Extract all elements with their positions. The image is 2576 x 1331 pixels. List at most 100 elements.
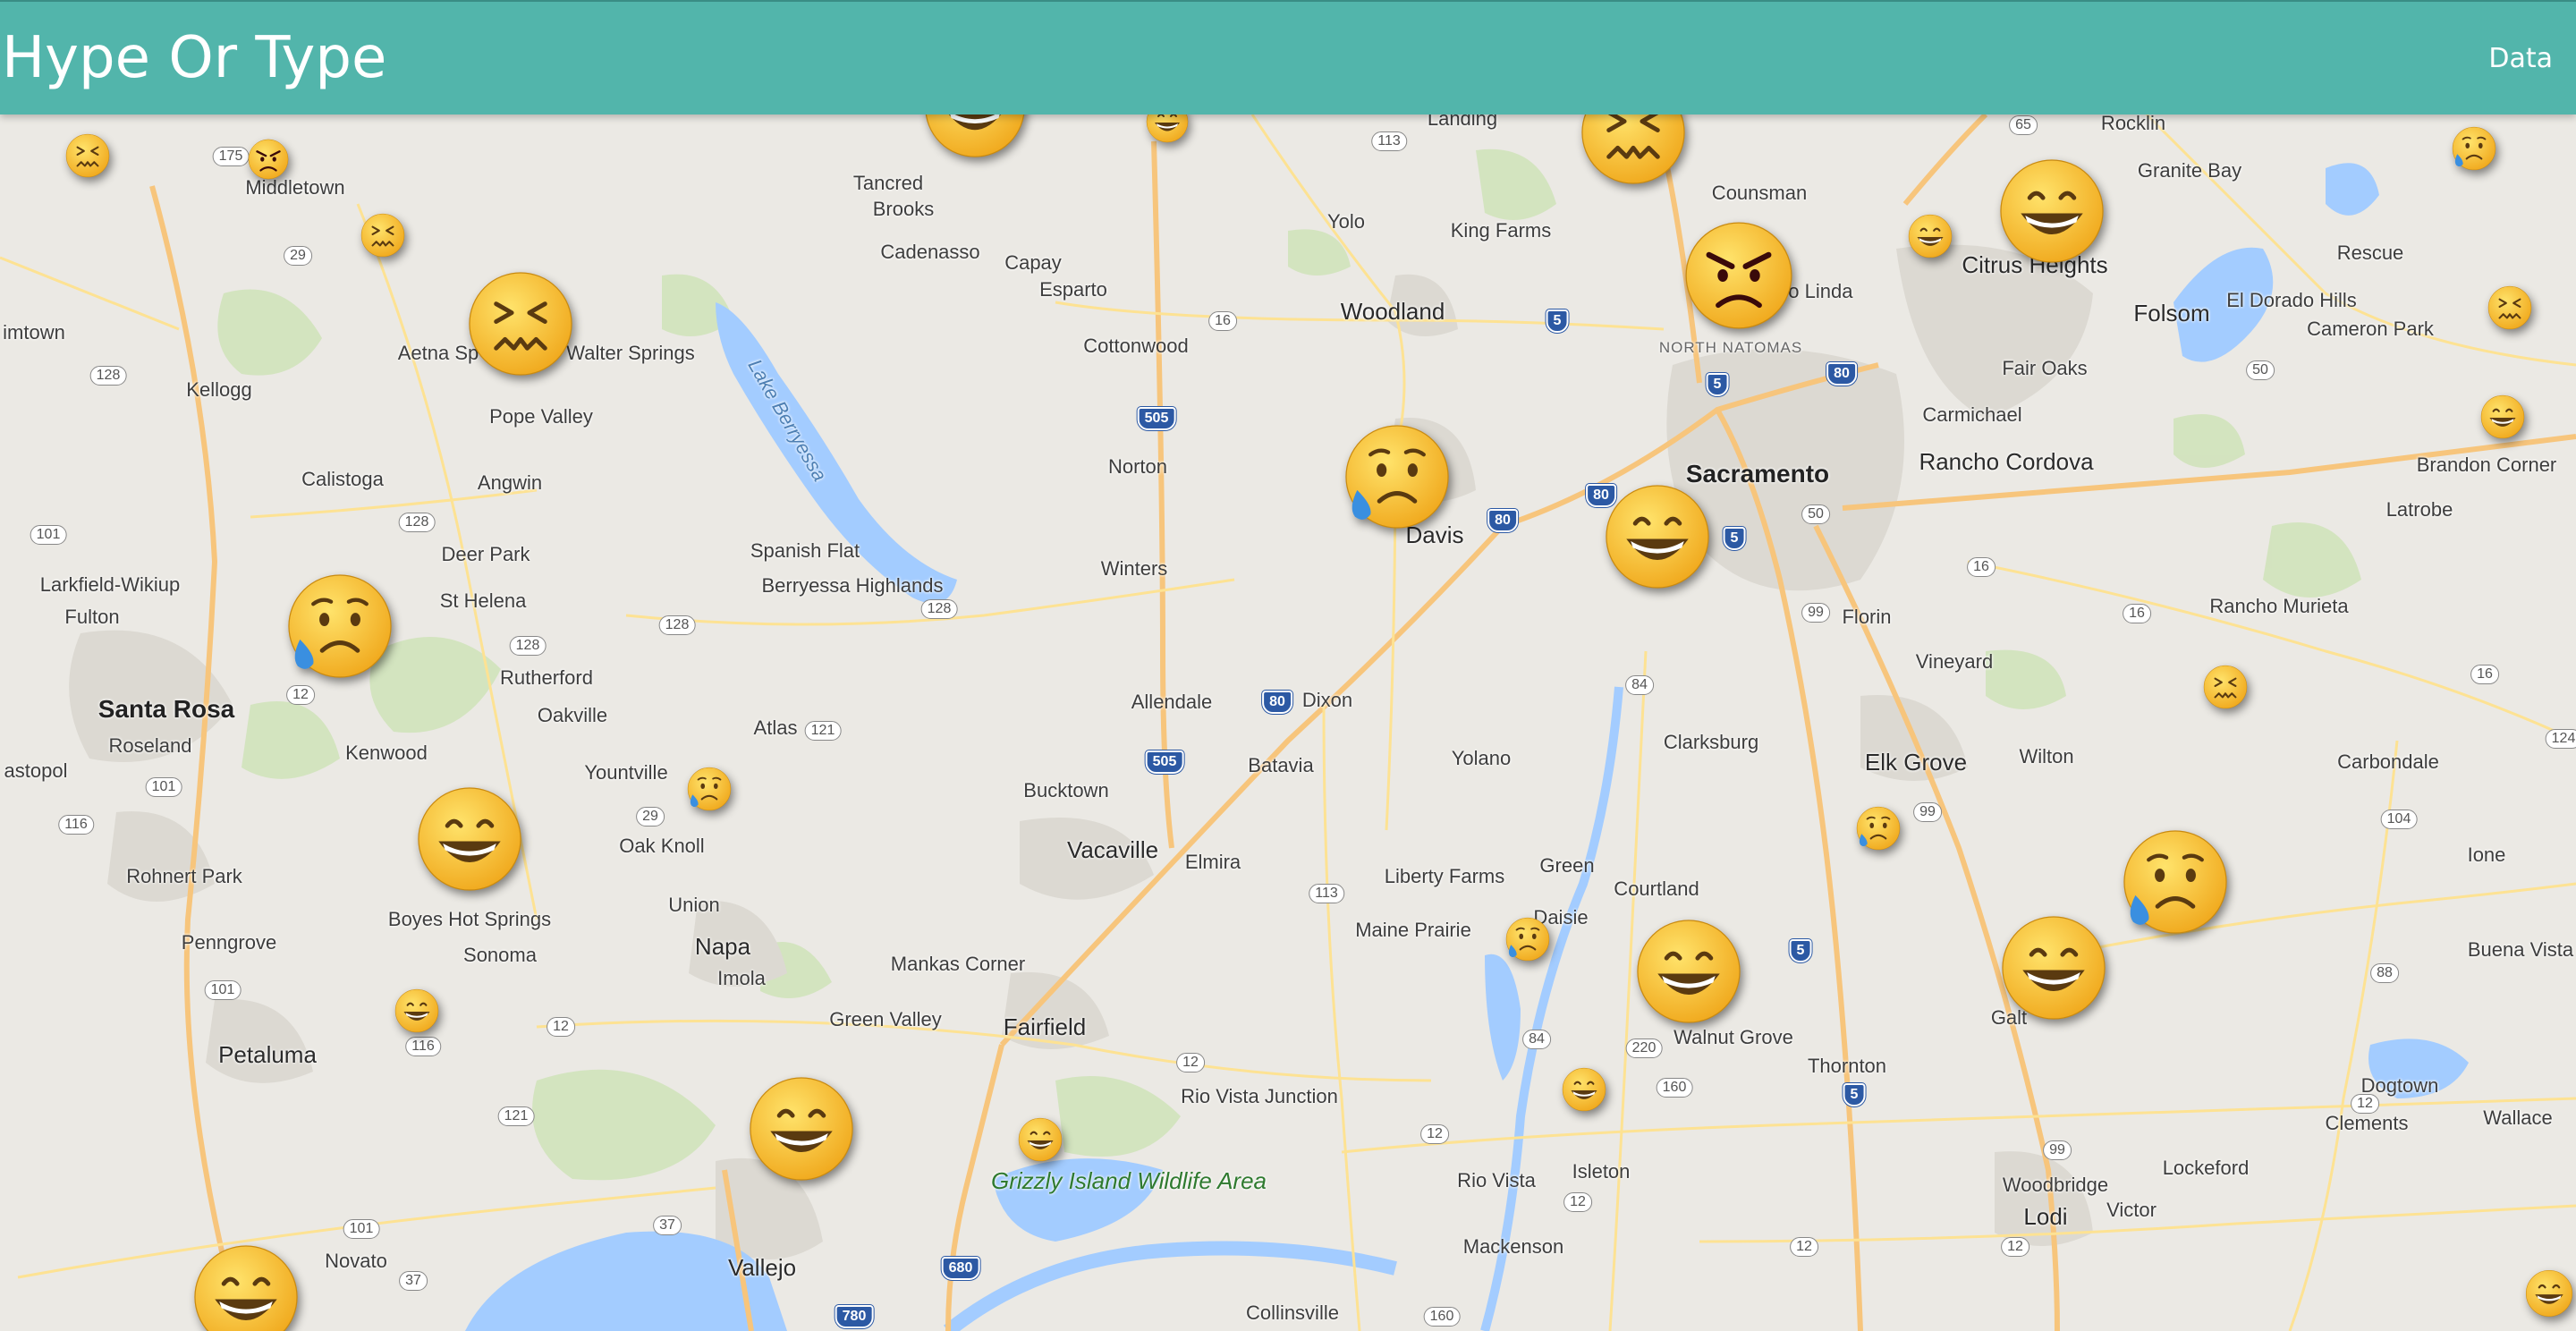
sad-sweat-face-icon[interactable] xyxy=(1504,916,1551,962)
place-label: Deer Park xyxy=(441,543,530,565)
route-shield: 99 xyxy=(2043,1140,2072,1160)
sad-sweat-face-icon[interactable] xyxy=(1342,421,1453,532)
angry-face-icon[interactable] xyxy=(247,138,290,181)
place-label: Yolo xyxy=(1326,210,1366,233)
place-label: Imola xyxy=(717,967,766,989)
grinning-face-icon[interactable] xyxy=(1998,912,2109,1023)
place-label: Clements xyxy=(2325,1112,2409,1134)
place-label: Cadenasso xyxy=(880,241,980,263)
place-label: Rio Vista xyxy=(1457,1169,1536,1191)
grinning-face-icon[interactable] xyxy=(1017,1116,1063,1163)
place-label: Rutherford xyxy=(500,666,593,689)
angry-face-icon[interactable] xyxy=(1682,218,1796,333)
confounded-face-icon[interactable] xyxy=(1578,114,1689,188)
place-label: Walter Springs xyxy=(566,342,695,364)
route-shield: 101 xyxy=(343,1219,380,1239)
route-shield: 12 xyxy=(2351,1094,2379,1114)
sad-sweat-face-icon[interactable] xyxy=(284,571,395,682)
place-label: Brandon Corner xyxy=(2416,454,2557,476)
place-label: Berryessa Highlands xyxy=(761,574,944,597)
place-label: Esparto xyxy=(1039,278,1107,301)
place-label: Folsom xyxy=(2133,300,2210,326)
place-label: Boyes Hot Springs xyxy=(387,908,552,930)
confounded-face-icon[interactable] xyxy=(2487,284,2533,331)
place-label: Mackenson xyxy=(1462,1235,1564,1258)
place-label: Cottonwood xyxy=(1083,335,1189,357)
interstate-shield: 5 xyxy=(1723,527,1746,550)
place-label: King Farms xyxy=(1450,219,1552,242)
place-label: Carmichael xyxy=(1922,403,2022,426)
app-title[interactable]: Hype Or Type xyxy=(2,25,386,91)
place-label: Green Valley xyxy=(829,1008,942,1030)
grinning-face-icon[interactable] xyxy=(2479,394,2526,440)
place-label: Pope Valley xyxy=(489,405,593,428)
place-label: Oak Knoll xyxy=(619,835,705,857)
place-label: Yountville xyxy=(584,761,668,784)
place-label: Novato xyxy=(325,1250,387,1272)
sad-sweat-face-icon[interactable] xyxy=(686,766,733,812)
route-shield: 16 xyxy=(2470,665,2499,684)
confounded-face-icon[interactable] xyxy=(465,268,576,379)
route-shield: 37 xyxy=(399,1271,428,1291)
map-view[interactable]: Middletown Tancred Landing Rocklin Brooks Yol… xyxy=(0,114,2576,1331)
route-shield: 128 xyxy=(509,636,547,656)
route-shield: 16 xyxy=(2123,604,2151,623)
place-label: Winters xyxy=(1100,557,1168,580)
grinning-face-icon[interactable] xyxy=(1633,916,1744,1027)
grinning-face-icon[interactable] xyxy=(1907,213,1953,259)
sad-sweat-face-icon[interactable] xyxy=(2120,827,2231,937)
interstate-shield: 680 xyxy=(941,1257,980,1280)
interstate-shield: 5 xyxy=(1843,1083,1866,1106)
place-label: Vacaville xyxy=(1066,836,1159,863)
place-label: Landing xyxy=(1427,114,1498,130)
place-label: Allendale xyxy=(1131,691,1213,713)
place-label: Union xyxy=(668,894,720,916)
place-label: Fair Oaks xyxy=(2002,357,2088,379)
place-label: Kenwood xyxy=(345,742,428,764)
place-label: Courtland xyxy=(1614,877,1699,900)
grinning-face-icon[interactable] xyxy=(1996,156,2107,267)
place-label: Norton xyxy=(1107,455,1168,478)
route-shield: 101 xyxy=(145,777,182,797)
grinning-face-icon[interactable] xyxy=(394,988,440,1034)
interstate-shield: 505 xyxy=(1145,750,1184,774)
place-label: Elk Grove xyxy=(1864,749,1968,776)
route-shield: 88 xyxy=(2370,963,2399,983)
route-shield: 128 xyxy=(89,366,127,386)
place-label: Lodi xyxy=(2023,1203,2068,1230)
route-shield: 16 xyxy=(1967,557,1996,577)
interstate-shield: 5 xyxy=(1789,939,1812,962)
place-label: Latrobe xyxy=(2385,498,2453,521)
sad-sweat-face-icon[interactable] xyxy=(2451,125,2497,172)
grinning-face-icon[interactable] xyxy=(2524,1268,2574,1318)
place-label: Elmira xyxy=(1184,851,1241,873)
place-label: St Helena xyxy=(439,589,527,612)
place-label: Walnut Grove xyxy=(1674,1026,1793,1048)
data-link[interactable]: Data xyxy=(2488,43,2553,74)
place-label: Collinsville xyxy=(1246,1301,1339,1324)
interstate-shield: 505 xyxy=(1137,407,1176,430)
grinning-face-icon[interactable] xyxy=(746,1073,857,1184)
grinning-face-icon[interactable] xyxy=(1602,481,1713,592)
route-shield: 37 xyxy=(653,1216,682,1235)
place-label: Batavia xyxy=(1248,754,1314,776)
place-label: Mankas Corner xyxy=(890,953,1026,975)
route-shield: 101 xyxy=(30,525,67,545)
place-label: astopol xyxy=(4,759,68,782)
grinning-face-icon[interactable] xyxy=(414,784,525,894)
confounded-face-icon[interactable] xyxy=(64,132,111,179)
route-shield: 50 xyxy=(2246,360,2275,380)
confounded-face-icon[interactable] xyxy=(2202,664,2249,710)
place-label: Atlas xyxy=(753,716,798,739)
place-label: Vineyard xyxy=(1915,650,1994,673)
grinning-face-icon[interactable] xyxy=(1561,1066,1607,1113)
route-shield: 101 xyxy=(204,980,242,1000)
sad-sweat-face-icon[interactable] xyxy=(1855,805,1902,852)
grinning-face-icon[interactable] xyxy=(1145,114,1190,144)
grinning-face-icon[interactable] xyxy=(921,114,1029,161)
place-label: Roseland xyxy=(108,734,192,757)
interstate-shield: 80 xyxy=(1487,509,1518,532)
grinning-face-icon[interactable] xyxy=(191,1242,301,1331)
place-label: Rocklin xyxy=(2100,114,2166,134)
confounded-face-icon[interactable] xyxy=(360,212,406,259)
